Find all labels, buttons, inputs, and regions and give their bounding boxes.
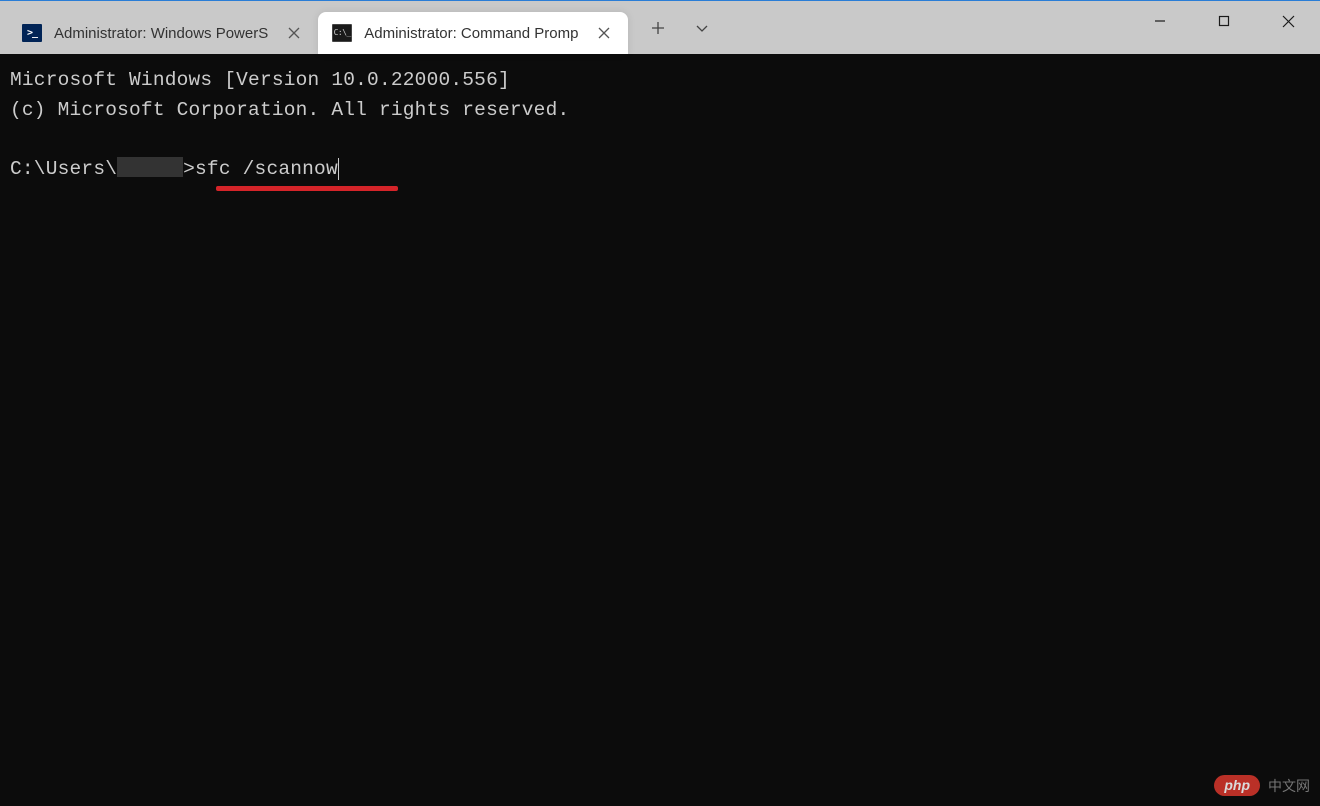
tab-title: Administrator: Windows PowerS — [54, 25, 268, 42]
powershell-icon — [22, 24, 42, 42]
terminal-output[interactable]: Microsoft Windows [Version 10.0.22000.55… — [0, 54, 1320, 197]
prompt-suffix: > — [183, 158, 195, 180]
close-window-button[interactable] — [1256, 1, 1320, 41]
new-tab-button[interactable] — [636, 7, 680, 49]
watermark-pill: php — [1214, 775, 1260, 796]
prompt-line: C:\Users\ >sfc /scannow — [10, 155, 339, 185]
watermark-text: 中文网 — [1268, 776, 1310, 796]
cmd-icon — [332, 24, 352, 42]
redacted-username — [117, 157, 183, 177]
watermark: php 中文网 — [1214, 775, 1310, 796]
title-actions — [636, 1, 724, 54]
tab-powershell[interactable]: Administrator: Windows PowerS — [8, 12, 318, 54]
close-icon[interactable] — [286, 25, 302, 41]
window-controls — [1128, 1, 1320, 41]
tabs-container: Administrator: Windows PowerS Administra… — [0, 1, 628, 54]
tab-title: Administrator: Command Promp — [364, 25, 578, 42]
tab-cmd[interactable]: Administrator: Command Promp — [318, 12, 628, 54]
command-text: sfc /scannow — [195, 158, 338, 180]
underline-annotation — [216, 186, 398, 191]
tab-dropdown-button[interactable] — [680, 7, 724, 49]
maximize-button[interactable] — [1192, 1, 1256, 41]
banner-line: Microsoft Windows [Version 10.0.22000.55… — [10, 66, 1310, 96]
title-bar: Administrator: Windows PowerS Administra… — [0, 1, 1320, 54]
close-icon[interactable] — [596, 25, 612, 41]
text-cursor — [338, 158, 339, 180]
prompt-prefix: C:\Users\ — [10, 158, 117, 180]
minimize-button[interactable] — [1128, 1, 1192, 41]
banner-line: (c) Microsoft Corporation. All rights re… — [10, 96, 1310, 126]
